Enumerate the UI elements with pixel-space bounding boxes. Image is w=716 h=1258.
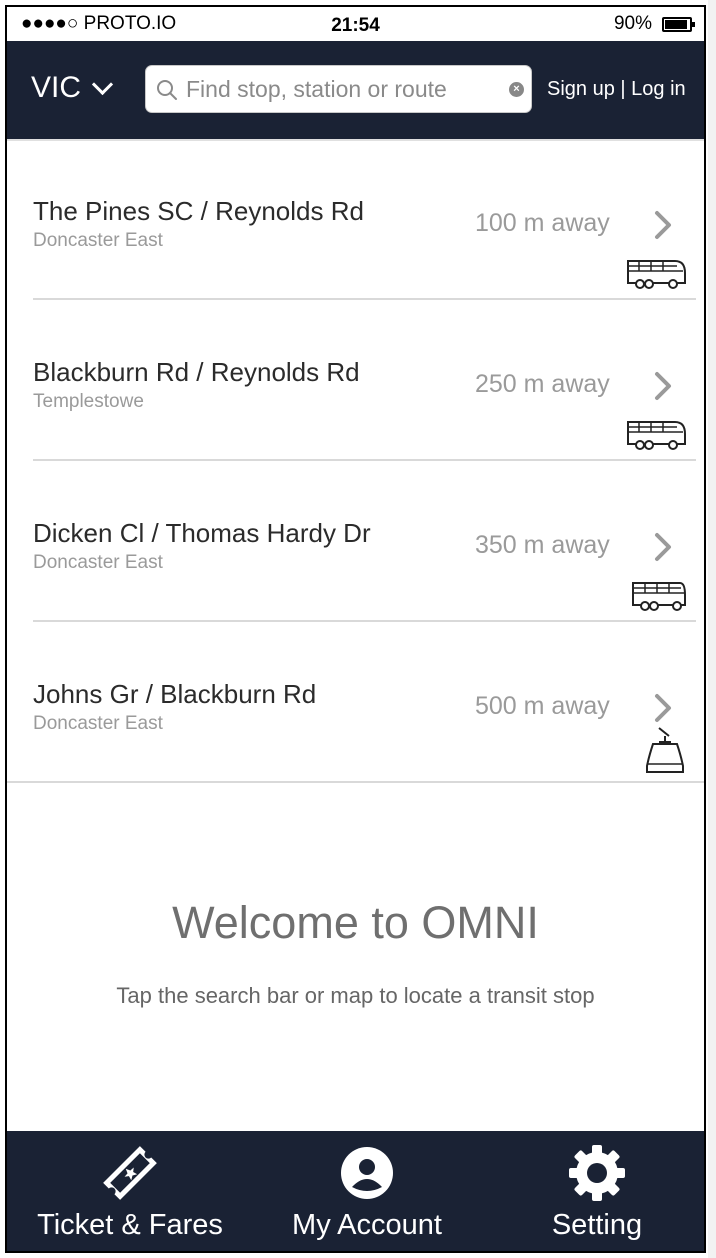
stop-distance: 250 m away (475, 370, 610, 398)
tab-label: Ticket & Fares (37, 1209, 223, 1241)
bus-icon (632, 582, 686, 611)
chevron-right-icon (655, 533, 671, 561)
stop-suburb: Doncaster East (33, 713, 163, 734)
search-icon (157, 80, 177, 100)
stop-suburb: Doncaster East (33, 230, 163, 251)
bottom-tab-bar: Ticket & Fares My Account Setting (7, 1131, 704, 1251)
app-screen: ●●●●○ PROTO.IO 21:54 90% VIC × Sign up |… (5, 5, 706, 1253)
stop-name: Blackburn Rd / Reynolds Rd (33, 357, 360, 387)
battery-status: 90% (613, 13, 695, 35)
search-bar[interactable]: × (145, 65, 532, 113)
welcome-title: Welcome to OMNI (172, 897, 539, 948)
battery-percent: 90% (613, 13, 652, 34)
top-bar: VIC × Sign up | Log in (7, 41, 704, 139)
chevron-right-icon (655, 211, 671, 239)
row-divider (7, 781, 704, 783)
clock: 21:54 (331, 15, 380, 36)
chevron-down-icon (91, 73, 114, 95)
tab-ticket-fares[interactable]: Ticket & Fares (25, 1131, 235, 1251)
bus-icon (627, 421, 686, 450)
gear-icon (569, 1145, 625, 1201)
tab-setting[interactable]: Setting (527, 1131, 667, 1251)
battery-icon (662, 16, 695, 32)
stop-distance: 100 m away (475, 209, 610, 237)
search-input[interactable] (186, 72, 496, 106)
nearby-stops-list: The Pines SC / Reynolds Rd Doncaster Eas… (7, 139, 704, 783)
region-label: VIC (31, 71, 82, 104)
chevron-right-icon (655, 694, 671, 722)
tab-label: Setting (551, 1209, 643, 1241)
region-selector[interactable]: VIC (31, 71, 114, 105)
tab-my-account[interactable]: My Account (267, 1131, 467, 1251)
stop-row[interactable]: Blackburn Rd / Reynolds Rd Templestowe 2… (7, 300, 704, 461)
stop-distance: 350 m away (475, 531, 610, 559)
stop-suburb: Templestowe (33, 391, 144, 412)
welcome-subtitle: Tap the search bar or map to locate a tr… (116, 983, 595, 1008)
account-icon (341, 1147, 393, 1199)
sign-up-log-in-link[interactable]: Sign up | Log in (547, 78, 686, 101)
stop-name: Dicken Cl / Thomas Hardy Dr (33, 518, 371, 548)
stop-suburb: Doncaster East (33, 552, 163, 573)
ticket-icon (103, 1146, 157, 1200)
stop-name: The Pines SC / Reynolds Rd (33, 196, 364, 226)
stop-row[interactable]: Dicken Cl / Thomas Hardy Dr Doncaster Ea… (7, 461, 704, 622)
bus-icon (627, 260, 686, 289)
tab-label: My Account (292, 1209, 442, 1241)
tram-icon (646, 727, 684, 773)
chevron-right-icon (655, 372, 671, 400)
stop-row[interactable]: The Pines SC / Reynolds Rd Doncaster Eas… (7, 139, 704, 300)
stop-name: Johns Gr / Blackburn Rd (33, 679, 317, 709)
clear-search-icon[interactable]: × (509, 82, 524, 97)
stop-distance: 500 m away (475, 692, 610, 720)
status-bar: ●●●●○ PROTO.IO 21:54 90% (7, 7, 704, 41)
stop-row[interactable]: Johns Gr / Blackburn Rd Doncaster East 5… (7, 622, 704, 783)
